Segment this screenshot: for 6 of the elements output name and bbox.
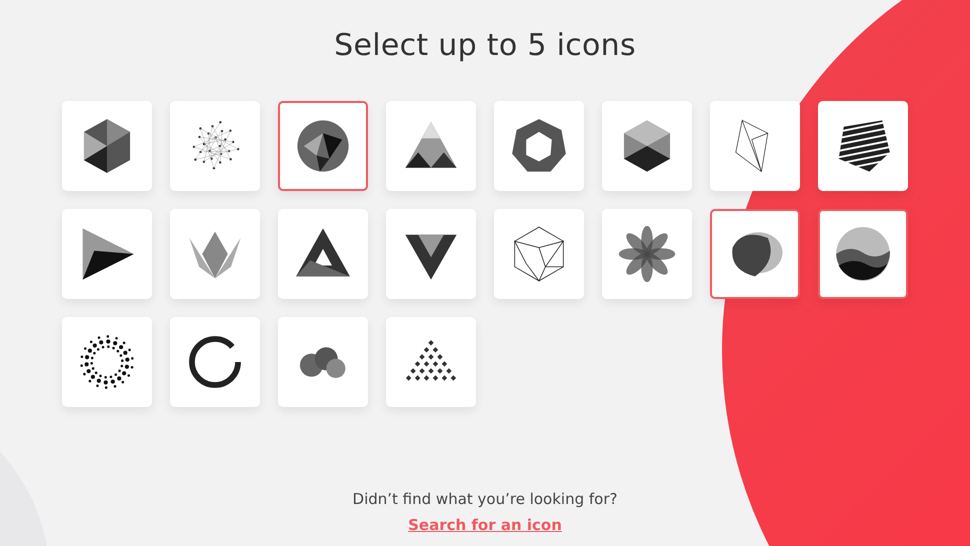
icon-option[interactable]	[278, 101, 368, 191]
icon-option[interactable]	[710, 209, 800, 299]
search-link[interactable]: Search for an icon	[408, 516, 562, 534]
help-text: Didn’t find what you’re looking for?	[352, 490, 618, 508]
icon-option[interactable]	[818, 209, 908, 299]
page-title: Select up to 5 icons	[334, 28, 636, 63]
